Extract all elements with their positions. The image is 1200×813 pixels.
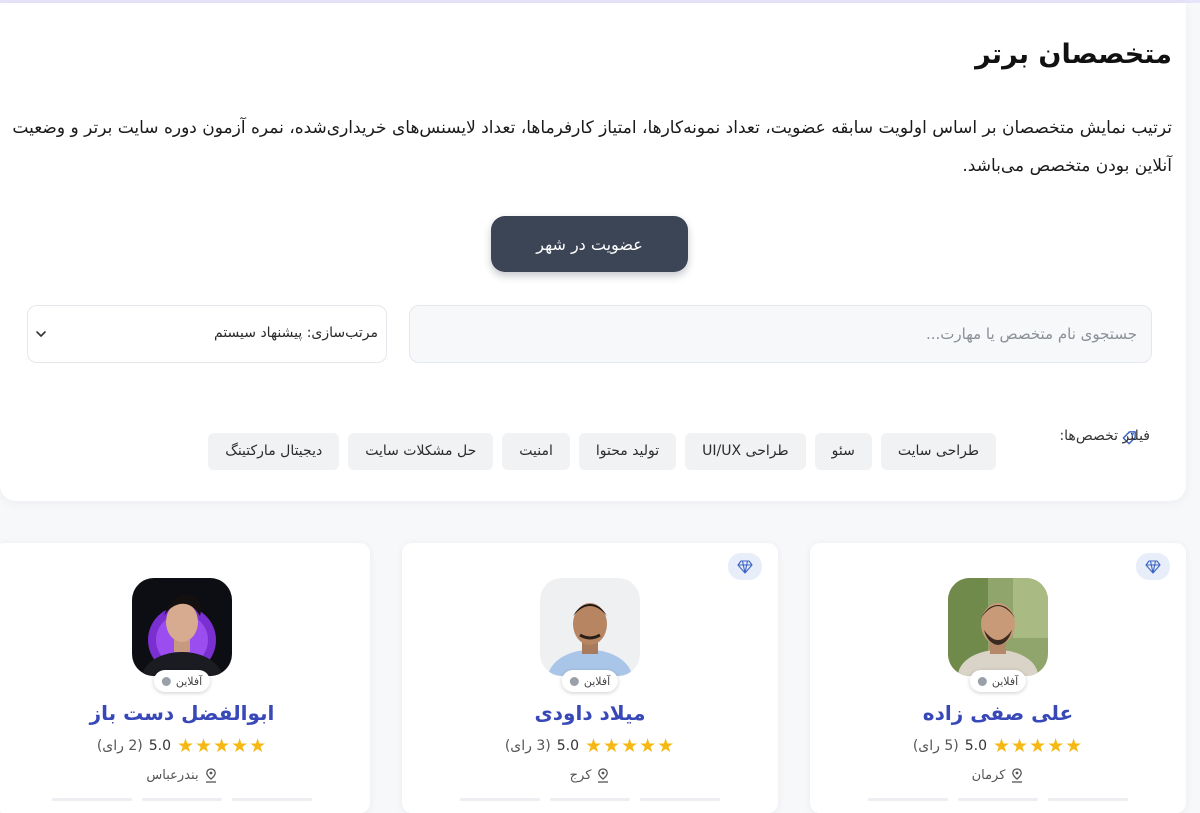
star-rating-icon: ★★★★★ — [585, 735, 676, 757]
location: کرمان — [810, 768, 1186, 783]
avatar[interactable] — [948, 578, 1048, 676]
rating-score: 5.0 — [148, 738, 172, 754]
sort-select[interactable]: مرتب‌سازی: پیشنهاد سیستم — [27, 305, 387, 363]
rating-count: (2 رای) — [96, 738, 143, 754]
city-name: کرج — [569, 768, 592, 783]
status-badge: آفلاین — [153, 670, 211, 692]
avatar[interactable] — [132, 578, 232, 676]
location-pin-icon — [1012, 768, 1023, 783]
join-city-button[interactable]: عضویت در شهر — [491, 216, 688, 272]
filter-chips: طراحی سایت سئو طراحی UI/UX تولید محتوا ا… — [208, 433, 996, 470]
city-name: کرمان — [971, 768, 1006, 783]
rating-count: (3 رای) — [504, 738, 551, 754]
expert-card[interactable]: آفلاین میلاد داودی ★★★★★ 5.0 (3 رای) کرج — [402, 543, 778, 813]
sort-label: مرتب‌سازی: پیشنهاد سیستم — [214, 325, 378, 341]
location: کرج — [402, 768, 778, 783]
expert-name[interactable]: ابوالفضل دست باز — [0, 701, 370, 725]
filter-chip[interactable]: امنیت — [502, 433, 570, 470]
rating: ★★★★★ 5.0 (3 رای) — [402, 735, 778, 757]
filter-chip[interactable]: سئو — [814, 433, 872, 470]
rating: ★★★★★ 5.0 (5 رای) — [810, 735, 1186, 757]
expert-card[interactable]: آفلاین ابوالفضل دست باز ★★★★★ 5.0 (2 رای… — [0, 543, 370, 813]
status-badge: آفلاین — [969, 670, 1027, 692]
rating-score: 5.0 — [964, 738, 988, 754]
rating: ★★★★★ 5.0 (2 رای) — [0, 735, 370, 757]
rating-score: 5.0 — [556, 738, 580, 754]
avatar[interactable] — [540, 578, 640, 676]
chevron-down-icon — [36, 331, 46, 337]
diamond-icon — [728, 553, 762, 580]
intro-panel: متخصصان برتر ترتیب نمایش متخصصان بر اساس… — [0, 3, 1186, 501]
location-pin-icon — [598, 768, 609, 783]
expert-name[interactable]: میلاد داودی — [402, 701, 778, 725]
search-input[interactable] — [409, 305, 1152, 363]
expert-card[interactable]: آفلاین علی صفی زاده ★★★★★ 5.0 (5 رای) کر… — [810, 543, 1186, 813]
page-description: ترتیب نمایش متخصصان بر اساس اولویت سابقه… — [12, 118, 1172, 176]
filter-chip[interactable]: حل مشکلات سایت — [348, 433, 494, 470]
filter-chip[interactable]: تولید محتوا — [578, 433, 677, 470]
expert-name[interactable]: علی صفی زاده — [810, 701, 1186, 725]
star-rating-icon: ★★★★★ — [177, 735, 268, 757]
city-name: بندرعباس — [146, 768, 199, 783]
location: بندرعباس — [0, 768, 370, 783]
star-rating-icon: ★★★★★ — [993, 735, 1084, 757]
filter-chip[interactable]: دیجیتال مارکتینگ — [208, 433, 340, 470]
page-title: متخصصان برتر — [975, 39, 1172, 70]
status-badge: آفلاین — [561, 670, 619, 692]
diamond-icon — [1136, 553, 1170, 580]
location-pin-icon — [205, 768, 216, 783]
rating-count: (5 رای) — [912, 738, 959, 754]
filter-chip[interactable]: طراحی سایت — [880, 433, 996, 470]
filter-label: فیلتر تخصص‌ها: — [1059, 428, 1150, 444]
filter-chip[interactable]: طراحی UI/UX — [685, 433, 806, 470]
